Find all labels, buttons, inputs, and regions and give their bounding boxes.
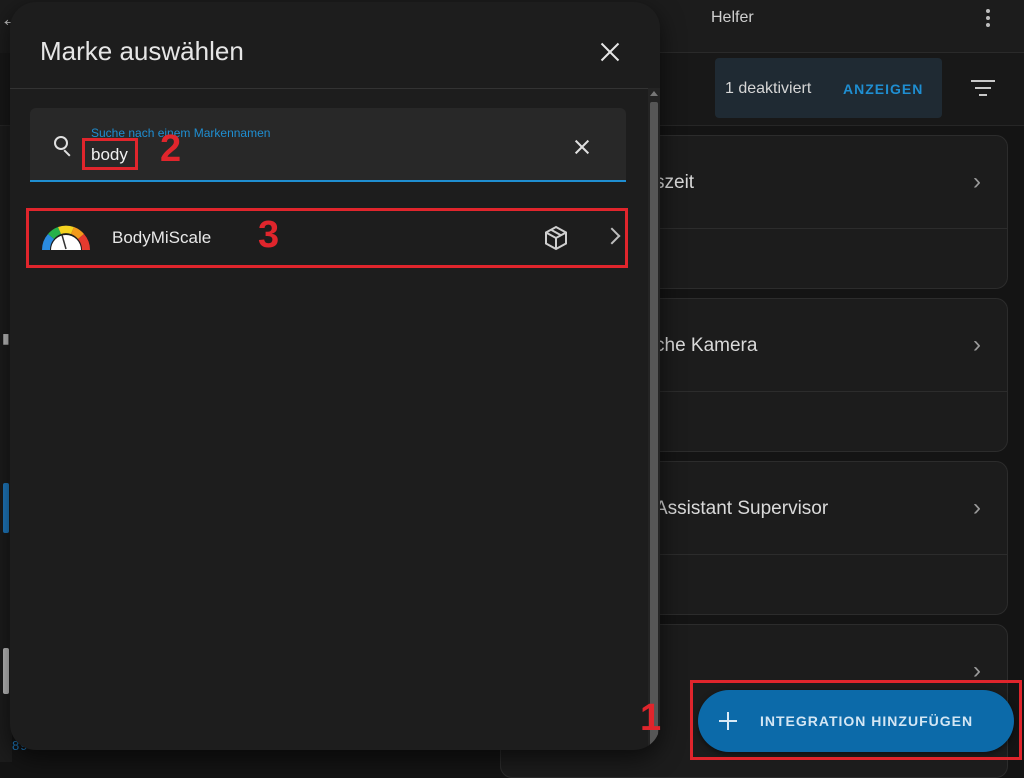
scale-gauge-logo — [41, 225, 91, 250]
chevron-right-icon[interactable]: › — [973, 168, 981, 196]
scrollbar[interactable] — [648, 88, 660, 750]
add-integration-label: INTEGRATION HINZUFÜGEN — [760, 713, 974, 729]
add-integration-button[interactable]: INTEGRATION HINZUFÜGEN — [698, 690, 1014, 752]
annotation-number-3: 3 — [258, 214, 280, 256]
integration-card-title: che Kamera — [655, 335, 758, 356]
annotation-number-2: 2 — [160, 128, 182, 170]
close-icon[interactable] — [596, 38, 624, 66]
divider — [10, 88, 660, 89]
custom-integration-box-icon — [545, 225, 567, 251]
chevron-right-icon[interactable]: › — [973, 494, 981, 522]
search-value[interactable]: body — [91, 145, 128, 165]
brand-select-dialog: Marke auswählen Suche nach einem Markenn… — [10, 2, 660, 750]
result-name: BodyMiScale — [112, 228, 212, 247]
scroll-indicator — [3, 648, 9, 694]
more-vert-icon[interactable] — [980, 6, 996, 30]
disabled-count: 1 deaktiviert — [725, 80, 812, 97]
filter-icon[interactable] — [968, 80, 998, 100]
annotation-number-1: 1 — [640, 697, 662, 739]
integration-card-title: Assistant Supervisor — [655, 498, 829, 519]
dialog-title: Marke auswählen — [40, 36, 244, 66]
result-bodymiscale[interactable]: BodyMiScale — [26, 208, 626, 268]
integration-card-title: szeit — [655, 172, 695, 193]
clear-search-icon[interactable] — [573, 138, 591, 156]
search-input[interactable]: Suche nach einem Markennamen body — [30, 108, 626, 182]
scroll-thumb[interactable] — [650, 102, 658, 750]
chevron-right-icon[interactable]: › — [973, 331, 981, 359]
chevron-right-icon[interactable]: › — [973, 657, 981, 685]
plus-icon — [716, 709, 740, 733]
selected-indicator — [3, 483, 9, 533]
tab-helfer[interactable]: Helfer — [711, 9, 754, 27]
show-disabled-link[interactable]: ANZEIGEN — [843, 81, 923, 97]
device-icon: ▮ — [2, 330, 10, 346]
chevron-right-icon — [603, 227, 621, 245]
search-icon — [54, 136, 71, 157]
scroll-up-icon[interactable] — [650, 91, 658, 96]
